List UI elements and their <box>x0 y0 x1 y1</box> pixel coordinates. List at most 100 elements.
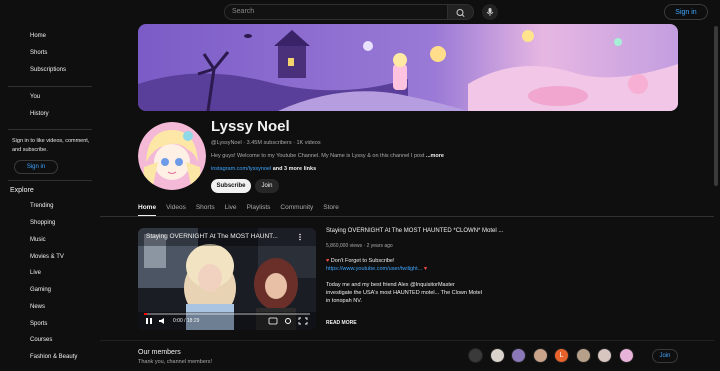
search-input[interactable]: Search <box>224 4 448 20</box>
channel-meta: @LyssyNoel · 3.45M subscribers · 1K vide… <box>211 140 321 146</box>
subscribe-button[interactable]: Subscribe <box>211 179 251 193</box>
video-description-line: in tonopah NV. <box>326 298 362 304</box>
sidebar-item-live[interactable]: Live <box>30 270 41 276</box>
signin-label: Sign in <box>675 8 697 16</box>
captions-icon[interactable] <box>268 317 278 325</box>
join-button[interactable]: Join <box>255 179 279 193</box>
signin-button[interactable]: Sign in <box>664 4 708 20</box>
sidebar-divider <box>8 86 92 87</box>
video-description-line: Today me and my best friend Alex @Inquis… <box>326 282 455 288</box>
member-avatar[interactable] <box>489 348 505 363</box>
sidebar-item-courses[interactable]: Courses <box>30 337 52 343</box>
settings-gear-icon[interactable] <box>283 317 293 325</box>
explore-heading: Explore <box>10 187 34 194</box>
sidebar-divider <box>8 129 92 130</box>
channel-banner <box>138 24 678 111</box>
voice-search-button[interactable] <box>482 4 498 20</box>
tab-videos[interactable]: Videos <box>166 204 186 216</box>
members-subtitle: Thank you, channel members! <box>138 359 212 365</box>
sidebar-item-movies[interactable]: Movies & TV <box>30 254 64 260</box>
tab-store[interactable]: Store <box>323 204 339 216</box>
member-avatar[interactable] <box>575 348 591 363</box>
sidebar: Home Shorts Subscriptions You History Si… <box>0 26 100 371</box>
more-links-button[interactable]: and 3 more links <box>273 166 316 172</box>
sidebar-item-history[interactable]: History <box>30 111 49 117</box>
fullscreen-icon[interactable] <box>298 317 308 325</box>
sidebar-item-shopping[interactable]: Shopping <box>30 220 55 226</box>
read-more-button[interactable]: READ MORE <box>326 320 357 326</box>
tab-shorts[interactable]: Shorts <box>196 204 215 216</box>
search-placeholder: Search <box>232 8 255 15</box>
channel-link-instagram[interactable]: instagram.com/lyssynoel <box>211 166 271 172</box>
sidebar-item-label: Home <box>30 33 47 39</box>
featured-video-player[interactable] <box>138 228 316 330</box>
signin-prompt: Sign in to like videos, comment, and sub… <box>12 138 90 153</box>
search-icon <box>456 9 465 18</box>
member-avatar[interactable] <box>532 348 548 363</box>
sidebar-signin-button[interactable]: Sign in <box>14 160 58 174</box>
sidebar-item-label: History <box>30 111 49 117</box>
member-avatar[interactable] <box>468 348 483 363</box>
members-title: Our members <box>138 349 181 356</box>
tab-live[interactable]: Live <box>225 204 237 216</box>
featured-video-title[interactable]: Staying OVERNIGHT At The MOST HAUNTED *C… <box>326 228 503 234</box>
member-avatar[interactable]: L <box>554 348 569 363</box>
sidebar-item-label: News <box>30 304 46 310</box>
sidebar-item-fashion[interactable]: Fashion & Beauty <box>30 354 77 360</box>
channel-avatar[interactable] <box>138 122 206 190</box>
sidebar-item-label: Sports <box>30 321 48 327</box>
heart-icon: ♥ <box>326 258 330 264</box>
sidebar-item-label: Fashion & Beauty <box>30 354 78 360</box>
description-link[interactable]: https://www.youtube.com/user/twilight... <box>326 266 422 272</box>
sidebar-item-home[interactable]: Home <box>30 33 46 39</box>
member-avatars: L <box>468 348 640 363</box>
subscribe-label: Subscribe <box>216 183 246 189</box>
more-options-icon[interactable] <box>296 233 304 241</box>
video-overlay-title[interactable]: Staying OVERNIGHT At The MOST HAUNT... <box>146 233 286 240</box>
sidebar-divider <box>8 180 92 181</box>
channel-links: instagram.com/lyssynoel and 3 more links <box>211 166 316 172</box>
members-join-button[interactable]: Join <box>652 349 678 363</box>
tab-community[interactable]: Community <box>280 204 313 216</box>
scrollbar[interactable] <box>714 26 718 186</box>
sidebar-item-sports[interactable]: Sports <box>30 321 47 327</box>
sidebar-item-label: Courses <box>30 337 53 343</box>
sidebar-item-news[interactable]: News <box>30 304 45 310</box>
sidebar-item-label: Trending <box>30 203 54 209</box>
sidebar-item-label: Music <box>30 237 46 243</box>
sidebar-item-you[interactable]: You <box>30 94 40 100</box>
tab-home[interactable]: Home <box>138 204 157 217</box>
member-avatar[interactable] <box>511 348 526 363</box>
channel-name: Lyssy Noel <box>211 118 290 135</box>
video-description-line: investigate the USA's most HAUNTED motel… <box>326 290 482 296</box>
channel-description-text: Hey guys! Welcome to my Youtube Channel.… <box>211 153 425 159</box>
tab-playlists[interactable]: Playlists <box>247 204 271 216</box>
sidebar-item-shorts[interactable]: Shorts <box>30 50 47 56</box>
member-avatar-letter: L <box>559 352 564 359</box>
sidebar-item-label: Gaming <box>30 287 52 293</box>
sidebar-item-label: Movies & TV <box>30 254 64 260</box>
top-bar: Search Sign in <box>0 0 720 26</box>
sidebar-item-label: Live <box>30 270 42 276</box>
member-avatar[interactable] <box>597 348 612 363</box>
video-progress-bar[interactable] <box>144 313 310 315</box>
members-divider <box>100 340 714 341</box>
sidebar-item-subscriptions[interactable]: Subscriptions <box>30 67 66 73</box>
banner-artwork <box>138 24 678 111</box>
sidebar-item-trending[interactable]: Trending <box>30 203 53 209</box>
video-description-line: ♥ Don't Forget to Subscribe! <box>326 258 395 264</box>
member-avatar[interactable] <box>618 348 634 363</box>
sidebar-item-gaming[interactable]: Gaming <box>30 287 51 293</box>
join-label: Join <box>261 183 273 189</box>
microphone-icon <box>486 8 494 16</box>
video-time: 0:00 / 18:29 <box>173 318 200 324</box>
channel-description[interactable]: Hey guys! Welcome to my Youtube Channel.… <box>211 153 461 159</box>
sidebar-item-music[interactable]: Music <box>30 237 46 243</box>
search-button[interactable] <box>448 4 474 20</box>
video-thumbnail <box>138 228 316 330</box>
volume-icon[interactable] <box>158 317 168 325</box>
tabs-divider <box>100 216 714 217</box>
pause-icon[interactable] <box>144 317 154 325</box>
description-more-link[interactable]: ...more <box>426 153 444 159</box>
description-text: Don't Forget to Subscribe! <box>330 258 395 264</box>
